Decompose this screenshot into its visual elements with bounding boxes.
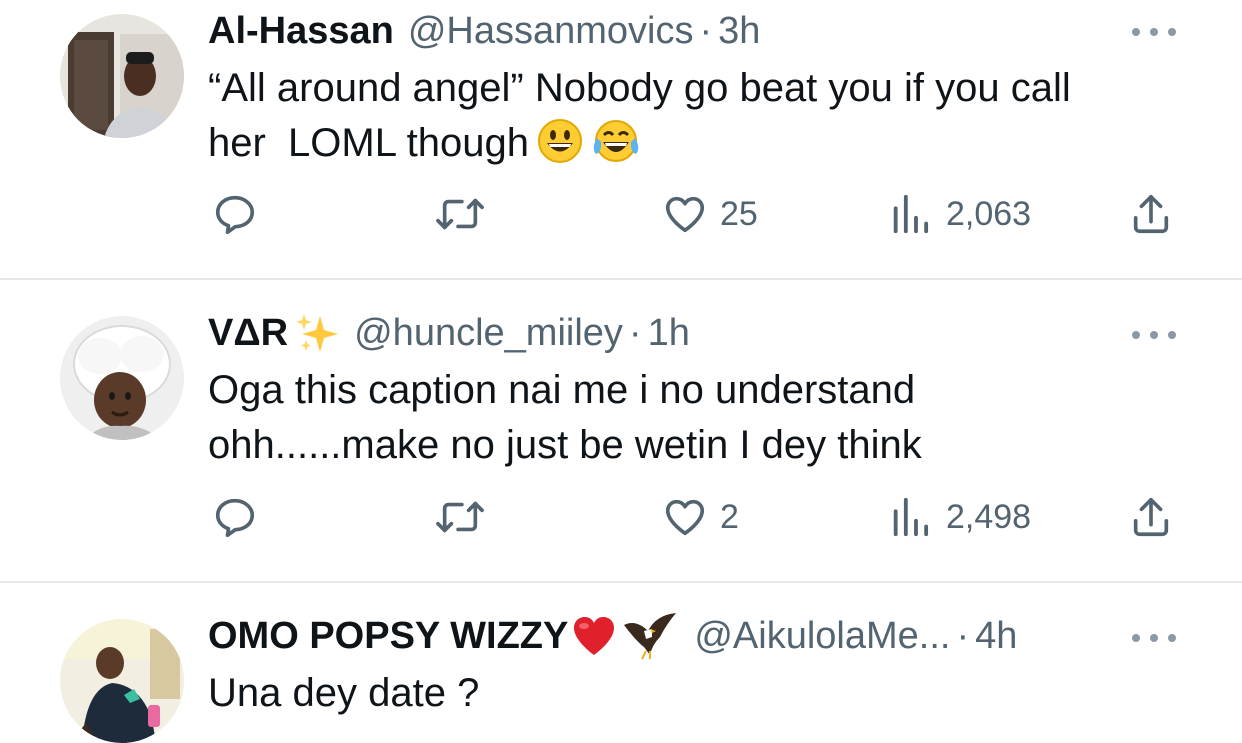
views-icon bbox=[893, 497, 929, 537]
tweet-text: Oga this caption nai me i no understand … bbox=[208, 363, 1182, 473]
red-heart-icon bbox=[570, 613, 618, 659]
avatar[interactable] bbox=[60, 619, 184, 743]
more-options-icon[interactable] bbox=[1132, 626, 1176, 650]
eagle-icon bbox=[622, 611, 678, 661]
retweet-icon bbox=[436, 198, 484, 230]
tweet-1[interactable]: Al-Hassan @Hassanmovics · 3h “All around… bbox=[0, 0, 1242, 280]
like-button[interactable]: 2 bbox=[662, 492, 739, 542]
reply-button[interactable] bbox=[212, 492, 258, 542]
user-handle[interactable]: @Hassanmovics bbox=[408, 6, 694, 56]
share-icon bbox=[1133, 497, 1169, 537]
sparkles-icon bbox=[294, 310, 340, 356]
more-options-icon[interactable] bbox=[1132, 323, 1176, 347]
like-count: 2 bbox=[720, 497, 739, 536]
tweet-actions: 2 2,498 bbox=[0, 492, 1242, 542]
retweet-button[interactable] bbox=[432, 189, 488, 239]
display-name[interactable]: OMO POPSY WIZZY bbox=[208, 611, 568, 661]
views-icon bbox=[893, 194, 929, 234]
views-button[interactable]: 2,498 bbox=[888, 492, 1031, 542]
share-icon bbox=[1133, 194, 1169, 234]
avatar[interactable] bbox=[60, 316, 184, 440]
tears-of-joy-icon bbox=[591, 118, 641, 179]
reply-icon bbox=[215, 498, 255, 538]
grinning-face-icon bbox=[537, 118, 583, 179]
more-options-icon[interactable] bbox=[1132, 20, 1176, 44]
like-button[interactable]: 25 bbox=[662, 189, 758, 239]
avatar-image bbox=[60, 619, 184, 743]
tweet-text: Una dey date ? bbox=[208, 666, 1182, 721]
tweet-header: Al-Hassan @Hassanmovics · 3h bbox=[208, 6, 1162, 56]
tweet-text-line: her LOML though bbox=[208, 121, 529, 165]
separator-dot: · bbox=[699, 10, 713, 52]
views-button[interactable]: 2,063 bbox=[888, 189, 1031, 239]
display-name[interactable]: VΔR bbox=[208, 308, 288, 358]
view-count: 2,063 bbox=[946, 194, 1032, 233]
tweet-header: OMO POPSY WIZZY @AikulolaMe... · 4h bbox=[208, 611, 1162, 661]
avatar-image bbox=[60, 14, 184, 138]
share-button[interactable] bbox=[1128, 189, 1174, 239]
user-handle[interactable]: @huncle_miiley bbox=[354, 308, 623, 358]
tweet-text: “All around angel” Nobody go beat you if… bbox=[208, 61, 1182, 179]
timestamp[interactable]: 1h bbox=[648, 308, 690, 358]
separator-dot: · bbox=[956, 615, 970, 657]
avatar[interactable] bbox=[60, 14, 184, 138]
tweet-text-line: Oga this caption nai me i no understand bbox=[208, 368, 916, 412]
retweet-button[interactable] bbox=[432, 492, 488, 542]
heart-icon bbox=[665, 499, 705, 536]
reply-button[interactable] bbox=[212, 189, 258, 239]
reply-icon bbox=[215, 195, 255, 235]
timestamp[interactable]: 3h bbox=[718, 6, 760, 56]
tweet-text-line: ohh......make no just be wetin I dey thi… bbox=[208, 423, 922, 467]
tweet-text-line: Una dey date ? bbox=[208, 671, 480, 715]
view-count: 2,498 bbox=[946, 497, 1032, 536]
like-count: 25 bbox=[720, 194, 758, 233]
retweet-icon bbox=[436, 501, 484, 533]
separator-dot: · bbox=[628, 312, 642, 354]
heart-icon bbox=[665, 196, 705, 233]
tweet-header: VΔR @huncle_miiley · 1h bbox=[208, 308, 1162, 358]
display-name[interactable]: Al-Hassan bbox=[208, 6, 394, 56]
tweet-2[interactable]: VΔR @huncle_miiley · 1h Oga this caption… bbox=[0, 280, 1242, 582]
share-button[interactable] bbox=[1128, 492, 1174, 542]
avatar-image bbox=[60, 316, 184, 440]
tweet-3[interactable]: OMO POPSY WIZZY @AikulolaMe... · 4h Una … bbox=[0, 583, 1242, 743]
timestamp[interactable]: 4h bbox=[975, 611, 1017, 661]
user-handle[interactable]: @AikulolaMe... bbox=[694, 611, 950, 661]
tweet-text-line: “All around angel” Nobody go beat you if… bbox=[208, 66, 1071, 110]
tweet-actions: 25 2,063 bbox=[0, 189, 1242, 239]
